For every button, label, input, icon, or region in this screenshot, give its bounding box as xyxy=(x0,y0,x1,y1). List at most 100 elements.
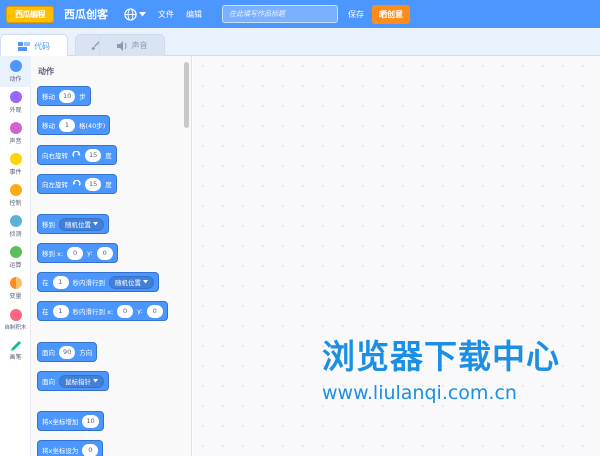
palette-scrollbar[interactable] xyxy=(184,62,189,128)
block-text: 格(40步) xyxy=(79,122,106,130)
block-move-grid[interactable]: 移动 1 格(40步) xyxy=(37,115,111,135)
category-label: 事件 xyxy=(9,169,22,176)
block-turn-right[interactable]: 向右旋转 15 度 xyxy=(37,145,117,165)
speaker-icon xyxy=(116,40,126,51)
category-label: 控制 xyxy=(9,200,22,207)
category-dot xyxy=(9,277,22,289)
block-text: 将x坐标设为 xyxy=(42,447,79,455)
save-button[interactable]: 保存 xyxy=(348,9,364,20)
category-variables[interactable]: 变量 xyxy=(0,273,31,304)
chevron-down-icon xyxy=(143,280,148,284)
tab-code[interactable]: 代码 xyxy=(0,34,68,57)
block-input[interactable]: 15 xyxy=(85,148,102,162)
category-control[interactable]: 控制 xyxy=(0,180,31,211)
tab-sounds[interactable]: 声音 xyxy=(99,34,165,56)
block-text: 移动 xyxy=(42,93,55,101)
block-dropdown[interactable]: 随机位置 xyxy=(59,217,104,231)
block-goto[interactable]: 移到 随机位置 xyxy=(37,214,109,234)
category-dot xyxy=(9,60,22,72)
category-dot xyxy=(9,91,22,103)
code-icon xyxy=(18,41,30,51)
block-glide-to[interactable]: 在 1 秒内滑行到 随机位置 xyxy=(37,272,159,292)
tab-code-label: 代码 xyxy=(34,41,50,51)
category-sound[interactable]: 声音 xyxy=(0,118,31,149)
tab-sounds-label: 声音 xyxy=(131,41,148,50)
category-sensing[interactable]: 侦测 xyxy=(0,211,31,242)
block-text: 秒内滑行到 x: xyxy=(72,308,114,316)
block-set-x[interactable]: 将x坐标设为 0 xyxy=(37,440,104,456)
category-label: 声音 xyxy=(9,138,22,145)
brand-name: 西瓜创客 xyxy=(64,8,108,21)
block-turn-left[interactable]: 向左旋转 15 度 xyxy=(37,174,117,194)
block-glide-xy[interactable]: 在 1 秒内滑行到 x: 0 y: 0 xyxy=(37,301,168,321)
category-label: 变量 xyxy=(9,293,22,300)
block-text: y: xyxy=(87,249,93,257)
block-input[interactable]: 15 xyxy=(85,177,102,191)
category-label: 动作 xyxy=(9,76,22,83)
block-input[interactable]: 1 xyxy=(52,275,69,289)
category-dot xyxy=(9,153,22,165)
category-dot xyxy=(9,122,22,134)
category-pen[interactable]: 画笔 xyxy=(0,335,31,366)
block-input[interactable]: 0 xyxy=(96,246,113,260)
category-label: 外观 xyxy=(9,107,22,114)
block-text: 向左旋转 xyxy=(42,181,68,189)
watermark-url: www.liulanqi.com.cn xyxy=(322,382,517,404)
project-title-input[interactable] xyxy=(222,5,338,23)
block-dropdown[interactable]: 鼠标指针 xyxy=(59,374,104,388)
palette-section-title: 动作 xyxy=(38,67,54,76)
file-menu[interactable]: 文件 xyxy=(158,9,174,20)
block-text: 面向 xyxy=(42,378,55,386)
logo[interactable]: 西瓜编程 xyxy=(6,5,54,23)
chevron-down-icon xyxy=(93,379,98,383)
block-dropdown[interactable]: 随机位置 xyxy=(109,275,154,289)
block-categories: 动作 外观 声音 事件 控制 侦测 运算 变量 自制积木 画笔 xyxy=(0,56,31,456)
category-operators[interactable]: 运算 xyxy=(0,242,31,273)
category-motion[interactable]: 动作 xyxy=(0,56,31,87)
block-text: 度 xyxy=(105,181,112,189)
rotate-right-icon xyxy=(72,150,81,157)
block-text: 秒内滑行到 xyxy=(72,279,106,287)
block-text: 步 xyxy=(79,93,86,101)
block-input[interactable]: 10 xyxy=(82,414,99,428)
block-input[interactable]: 0 xyxy=(146,304,163,318)
category-label: 运算 xyxy=(9,262,22,269)
pen-icon xyxy=(10,341,21,351)
block-change-x[interactable]: 将x坐标增加 10 xyxy=(37,411,104,431)
category-events[interactable]: 事件 xyxy=(0,149,31,180)
block-input[interactable]: 1 xyxy=(52,304,69,318)
block-text: 度 xyxy=(105,152,112,160)
block-input[interactable]: 0 xyxy=(117,304,134,318)
chevron-down-icon xyxy=(93,222,98,226)
block-text: 面向 xyxy=(42,349,55,357)
top-menu-bar: 西瓜编程 西瓜创客 文件 编辑 保存 晒创意 xyxy=(0,0,600,28)
edit-menu[interactable]: 编辑 xyxy=(186,9,202,20)
category-looks[interactable]: 外观 xyxy=(0,87,31,118)
globe-icon xyxy=(124,7,137,21)
dropdown-value: 鼠标指针 xyxy=(65,378,91,386)
block-goto-xy[interactable]: 移到 x: 0 y: 0 xyxy=(37,243,118,263)
category-label: 侦测 xyxy=(9,231,22,238)
block-input[interactable]: 10 xyxy=(59,89,76,103)
block-move-steps[interactable]: 移动 10 步 xyxy=(37,86,91,106)
category-my-blocks[interactable]: 自制积木 xyxy=(0,304,31,335)
block-input[interactable]: 1 xyxy=(59,118,75,132)
block-palette: 动作 移动 10 步 移动 1 格(40步) 向右旋转 15 度 向左旋转 15… xyxy=(31,56,192,456)
block-input[interactable]: 0 xyxy=(67,246,84,260)
watermark-title: 浏览器下载中心 xyxy=(322,337,560,376)
block-point-direction[interactable]: 面向 90 方向 xyxy=(37,342,98,362)
block-point-towards[interactable]: 面向 鼠标指针 xyxy=(37,371,109,391)
editor-tab-bar: 代码 造型 声音 xyxy=(0,28,600,57)
block-text: 在 xyxy=(42,279,49,287)
block-input[interactable]: 0 xyxy=(82,443,99,456)
block-text: 移到 xyxy=(42,221,55,229)
block-input[interactable]: 90 xyxy=(59,345,76,359)
block-text: 移到 x: xyxy=(42,250,64,258)
share-creation-button[interactable]: 晒创意 xyxy=(372,4,410,24)
block-text: 将x坐标增加 xyxy=(42,418,79,426)
dropdown-value: 随机位置 xyxy=(65,221,91,229)
language-menu[interactable] xyxy=(124,7,146,21)
category-dot xyxy=(9,184,22,196)
rotate-left-icon xyxy=(72,179,81,186)
category-dot xyxy=(9,246,22,258)
